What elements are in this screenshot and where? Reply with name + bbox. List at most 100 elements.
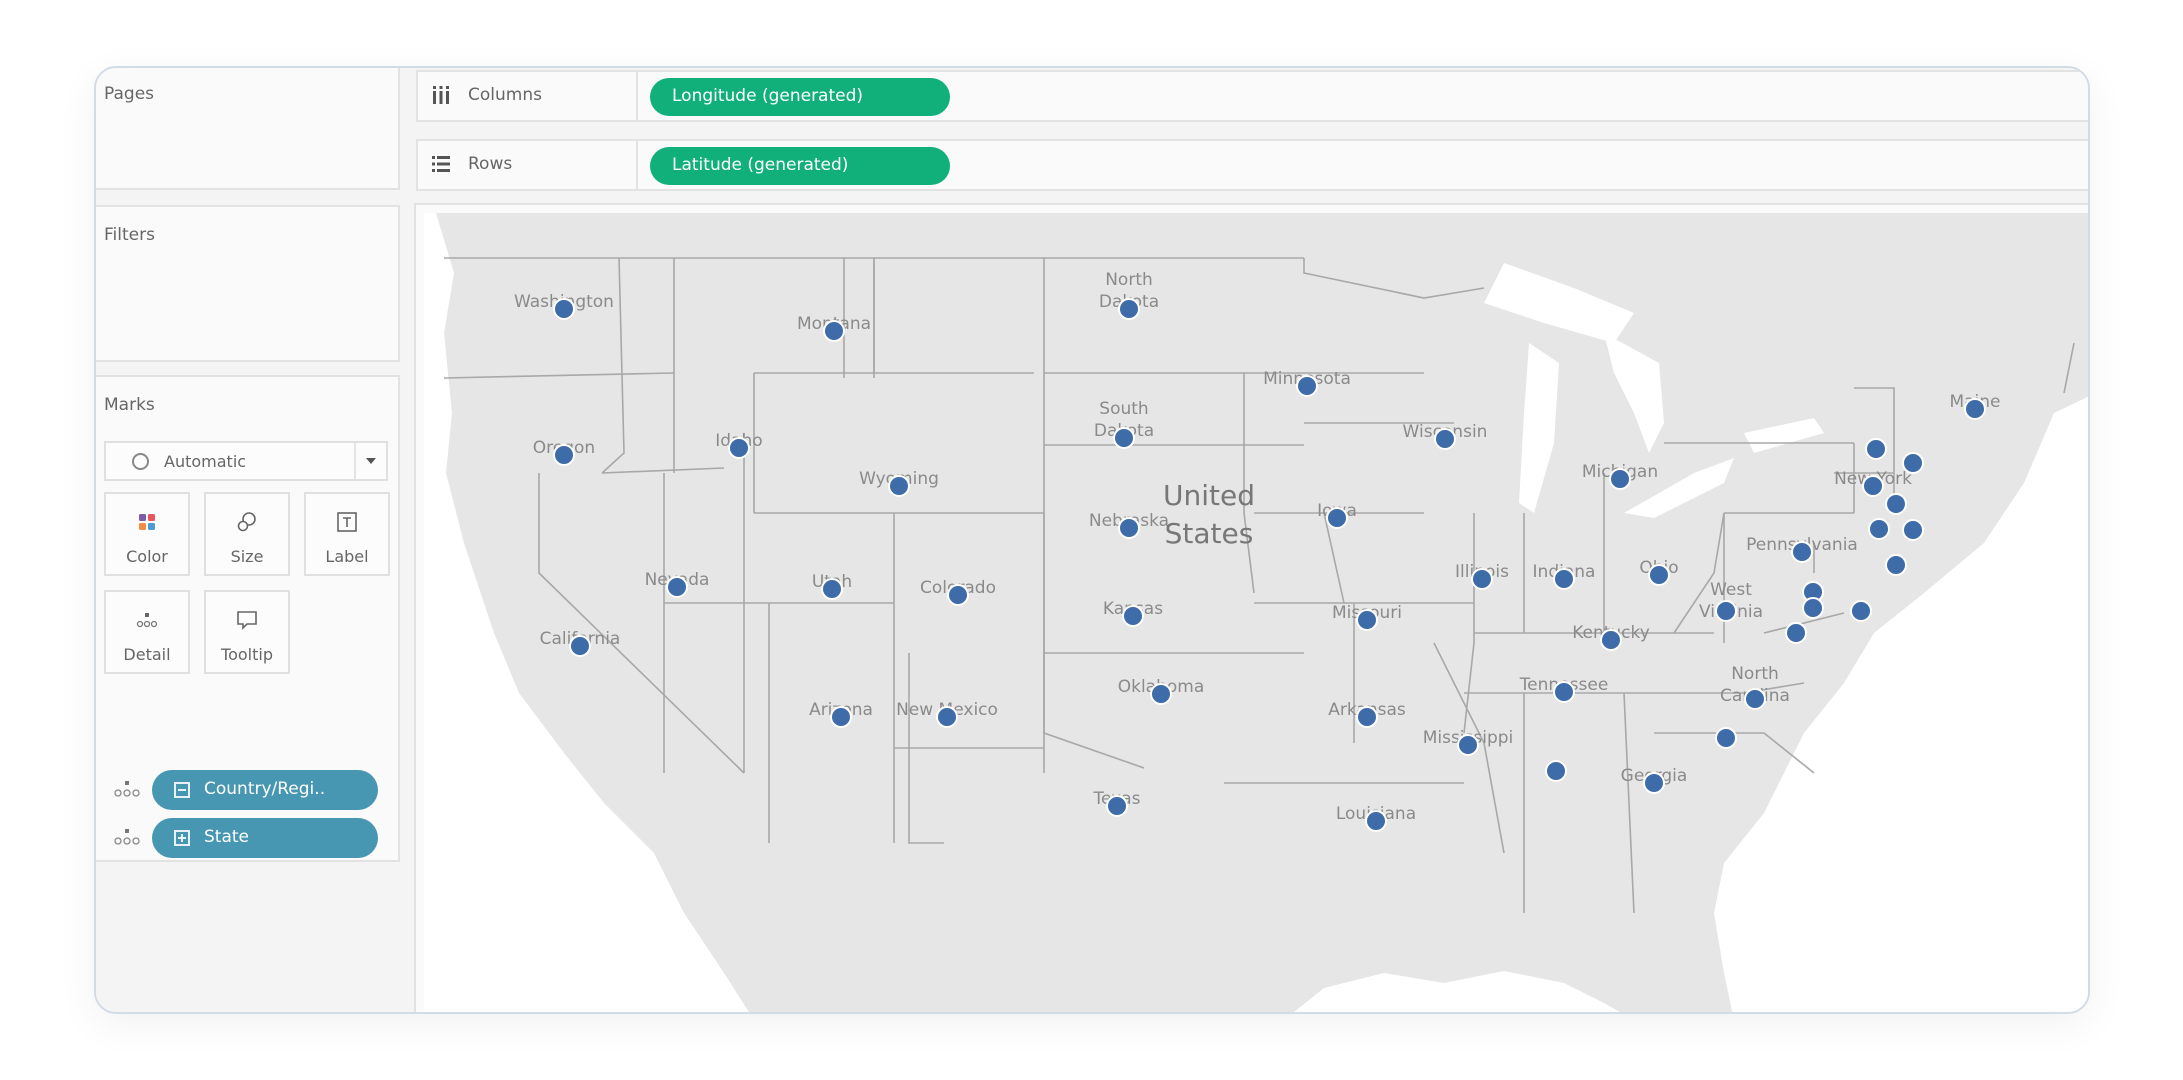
state-mark[interactable] [1150,683,1172,705]
state-mark[interactable] [1122,605,1144,627]
size-icon [237,512,256,532]
state-mark[interactable] [1553,568,1575,590]
country-label: United [1163,479,1255,512]
state-mark[interactable] [1356,706,1378,728]
state-mark[interactable] [553,298,575,320]
state-mark[interactable] [1868,518,1890,540]
state-mark[interactable] [1902,519,1924,541]
state-mark[interactable] [1356,609,1378,631]
state-mark[interactable] [1457,734,1479,756]
state-mark[interactable] [1715,727,1737,749]
marks-field-state: State [112,818,392,858]
collapse-hierarchy-icon[interactable] [174,782,190,798]
state-mark[interactable] [1326,507,1348,529]
state-mark[interactable] [1850,600,1872,622]
expand-hierarchy-icon[interactable] [174,830,190,846]
state-mark[interactable] [1791,541,1813,563]
color-palette-icon [139,514,155,530]
longitude-pill[interactable]: Longitude (generated) [650,78,950,116]
marks-title: Marks [104,395,155,415]
size-label: Size [230,547,264,566]
state-mark[interactable] [666,576,688,598]
columns-label: Columns [468,85,542,105]
state-mark[interactable] [1885,554,1907,576]
state-pill[interactable]: State [152,818,378,858]
color-button[interactable]: Color [104,492,190,576]
state-mark[interactable] [1118,517,1140,539]
longitude-pill-label: Longitude (generated) [672,86,864,106]
detail-label: Detail [123,645,171,664]
state-mark[interactable] [1553,681,1575,703]
label-label: Label [325,547,369,566]
tooltip-button[interactable]: Tooltip [204,590,290,674]
state-mark[interactable] [1902,452,1924,474]
state-mark[interactable] [1785,622,1807,644]
tooltip-icon [237,611,257,630]
state-mark[interactable] [1365,810,1387,832]
color-label: Color [126,547,168,566]
state-mark[interactable] [553,444,575,466]
state-mark[interactable] [821,578,843,600]
marks-card: Marks Automatic Color Size Label Detail … [96,375,400,862]
state-mark[interactable] [569,635,591,657]
state-mark[interactable] [1885,493,1907,515]
mark-type-dropdown[interactable]: Automatic [104,441,388,481]
state-mark[interactable] [936,706,958,728]
state-mark[interactable] [1609,468,1631,490]
filters-shelf[interactable]: Filters [96,205,400,362]
state-mark[interactable] [1434,428,1456,450]
pages-shelf[interactable]: Pages [96,68,400,190]
rows-label: Rows [468,154,513,174]
dropdown-divider [354,443,356,479]
detail-encoding-icon [114,829,140,845]
detail-button[interactable]: Detail [104,590,190,674]
state-mark[interactable] [1715,600,1737,622]
state-mark[interactable] [1113,427,1135,449]
state-mark[interactable] [888,475,910,497]
left-panel-empty-area [96,862,400,1012]
state-mark[interactable] [1296,375,1318,397]
state-label: West [1710,580,1752,600]
state-label: North [1105,270,1153,290]
state-mark[interactable] [1118,298,1140,320]
columns-icon [433,86,449,104]
state-mark[interactable] [947,584,969,606]
state-mark[interactable] [1600,629,1622,651]
state-mark[interactable] [1648,564,1670,586]
circle-mark-icon [132,453,149,470]
filters-title: Filters [104,225,155,245]
state-mark[interactable] [1862,475,1884,497]
state-mark[interactable] [1545,760,1567,782]
state-mark[interactable] [1802,597,1824,619]
state-mark[interactable] [1643,772,1665,794]
state-pill-label: State [204,827,249,847]
columns-shelf-header: Columns [418,72,638,120]
latitude-pill[interactable]: Latitude (generated) [650,147,950,185]
detail-icon [136,613,158,628]
us-state-map[interactable]: WashingtonOregonCaliforniaIdahoNevadaMon… [424,213,2090,1014]
label-button[interactable]: Label [304,492,390,576]
map-canvas[interactable]: WashingtonOregonCaliforniaIdahoNevadaMon… [424,213,2090,1014]
pages-title: Pages [104,84,155,104]
rows-shelf-header: Rows [418,141,638,189]
country-region-pill[interactable]: Country/Regi.. [152,770,378,810]
country-region-pill-label: Country/Regi.. [204,779,326,799]
state-mark[interactable] [1744,688,1766,710]
state-mark[interactable] [823,320,845,342]
state-label: South [1099,399,1148,419]
columns-shelf[interactable]: Columns Longitude (generated) [416,70,2088,122]
tooltip-label: Tooltip [221,645,273,664]
state-mark[interactable] [1106,795,1128,817]
rows-shelf[interactable]: Rows Latitude (generated) [416,139,2088,191]
map-view[interactable]: WashingtonOregonCaliforniaIdahoNevadaMon… [414,203,2090,1014]
detail-encoding-icon [114,781,140,797]
size-button[interactable]: Size [204,492,290,576]
chevron-down-icon[interactable] [366,458,376,464]
state-mark[interactable] [1964,398,1986,420]
state-mark[interactable] [830,706,852,728]
state-label: North [1731,664,1779,684]
state-mark[interactable] [1865,438,1887,460]
state-mark[interactable] [728,437,750,459]
country-label: States [1165,517,1254,550]
state-mark[interactable] [1471,568,1493,590]
